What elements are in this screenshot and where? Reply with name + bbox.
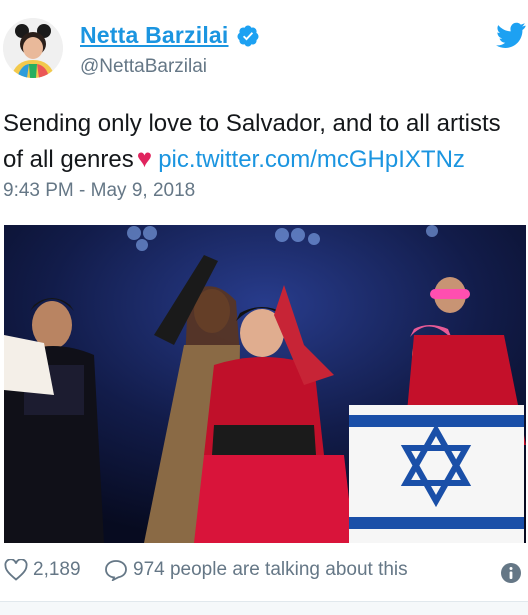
tweet-timestamp[interactable]: 9:43 PM - May 9, 2018 — [3, 180, 195, 202]
tweet-text-line1: Sending only love to Salvador, and to al… — [3, 110, 501, 137]
like-button[interactable]: 2,189 — [4, 559, 81, 581]
reply-button[interactable]: 974 people are talking about this — [104, 559, 408, 581]
stage-photo — [4, 225, 526, 543]
like-count: 2,189 — [33, 559, 81, 580]
tweet-card: Netta Barzilai @NettaBarzilai Sending on… — [0, 0, 528, 615]
avatar[interactable] — [3, 18, 63, 78]
tweet-photo[interactable] — [4, 225, 526, 543]
reply-bubble-icon — [105, 560, 127, 581]
media-link[interactable]: pic.twitter.com/mcGHpIXTNz — [158, 146, 465, 173]
replies-text: 974 people are talking about this — [133, 559, 408, 580]
verified-badge-icon — [237, 25, 259, 46]
tweet-text-line2: of all genres — [3, 146, 134, 173]
divider — [0, 601, 528, 615]
user-name-row: Netta Barzilai — [80, 22, 260, 49]
info-icon[interactable] — [501, 563, 521, 583]
heart-icon — [4, 559, 28, 581]
tweet-text: Sending only love to Salvador, and to al… — [3, 106, 523, 177]
twitter-bird-icon[interactable] — [496, 22, 526, 48]
display-name[interactable]: Netta Barzilai — [80, 22, 229, 49]
user-handle[interactable]: @NettaBarzilai — [80, 56, 207, 78]
tweet-footer: 2,189 974 people are talking about this — [0, 553, 528, 597]
avatar-image — [3, 18, 63, 78]
heart-emoji-icon: ♥ — [136, 143, 153, 173]
